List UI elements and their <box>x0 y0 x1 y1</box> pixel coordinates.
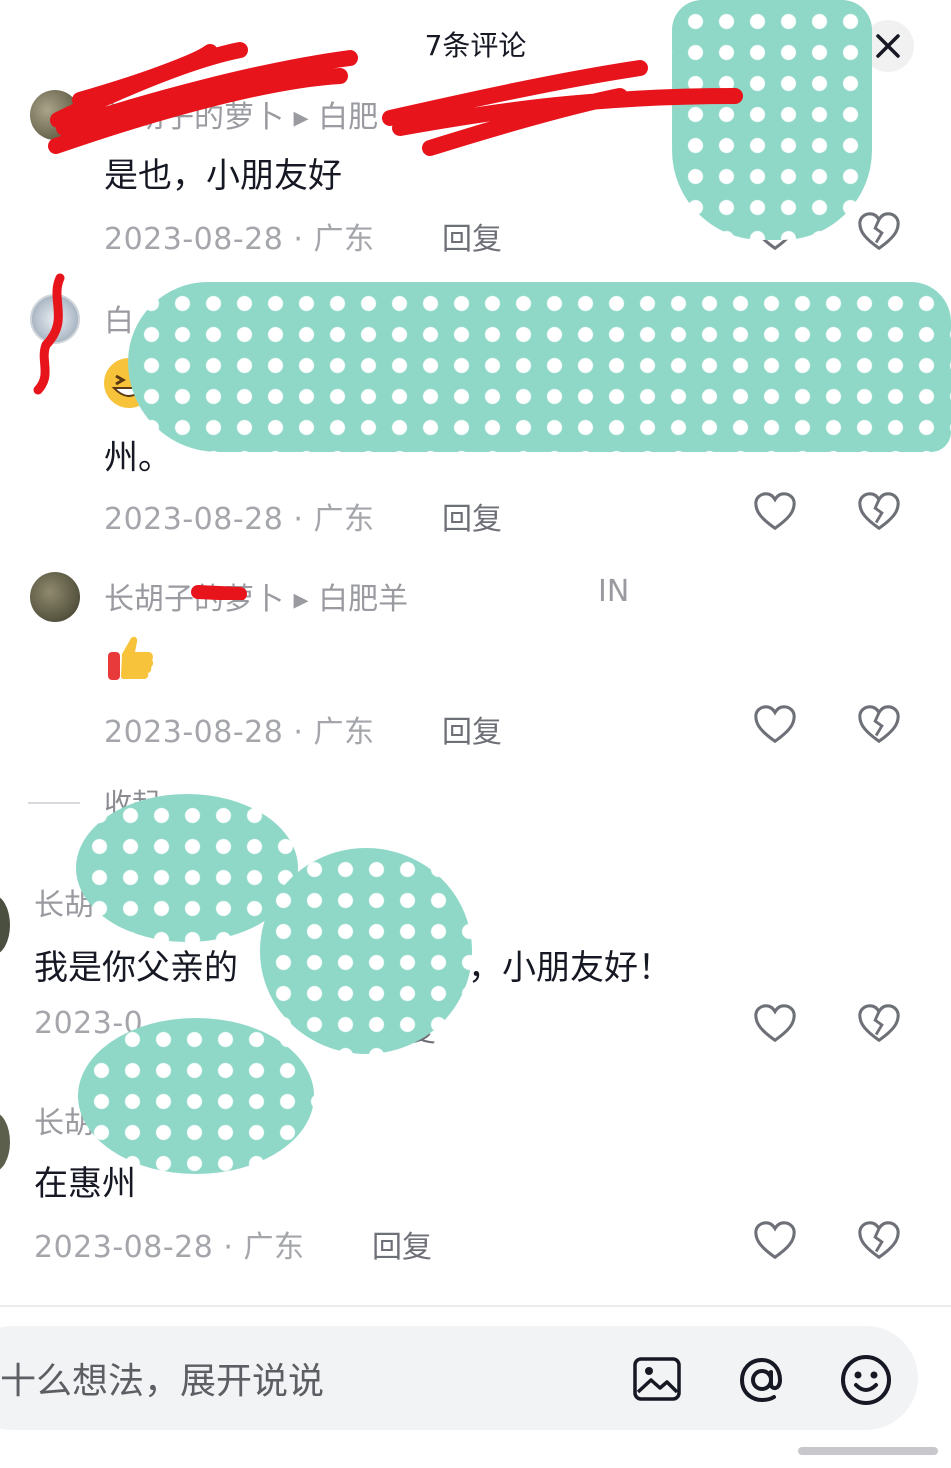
comment-date: 2023-08-28 · 广东 <box>34 1230 305 1265</box>
image-icon[interactable] <box>632 1354 682 1404</box>
dislike-broken-heart-icon[interactable] <box>856 1218 902 1264</box>
redaction-mask <box>260 848 472 1054</box>
like-heart-icon[interactable] <box>752 702 798 748</box>
dislike-broken-heart-icon[interactable] <box>856 1001 902 1047</box>
reply-button[interactable]: 回复 <box>442 707 502 751</box>
comment-date: 2023-08-28 · 广东 <box>104 715 375 750</box>
comment-input-placeholder[interactable]: 十么想法，展开说说 <box>0 1352 324 1404</box>
emoji-face-icon[interactable] <box>838 1352 894 1408</box>
comment-text-continued: ，小朋友好！ <box>468 948 672 988</box>
avatar[interactable] <box>0 1112 10 1172</box>
avatar[interactable] <box>0 895 10 955</box>
like-heart-icon[interactable] <box>752 1218 798 1264</box>
at-mention-icon[interactable] <box>734 1352 790 1408</box>
red-scribble-redaction <box>33 42 743 600</box>
thumbs-up-emoji <box>108 636 154 680</box>
like-heart-icon[interactable] <box>752 1001 798 1047</box>
redaction-mask <box>78 1018 314 1174</box>
collapse-divider <box>28 802 80 804</box>
comment-text: 在惠州 <box>34 1164 136 1204</box>
comment-text: 我是你父亲的 <box>34 948 238 988</box>
home-indicator <box>798 1447 938 1455</box>
divider <box>0 1305 951 1307</box>
reply-button[interactable]: 回复 <box>372 1222 432 1266</box>
dislike-broken-heart-icon[interactable] <box>856 702 902 748</box>
